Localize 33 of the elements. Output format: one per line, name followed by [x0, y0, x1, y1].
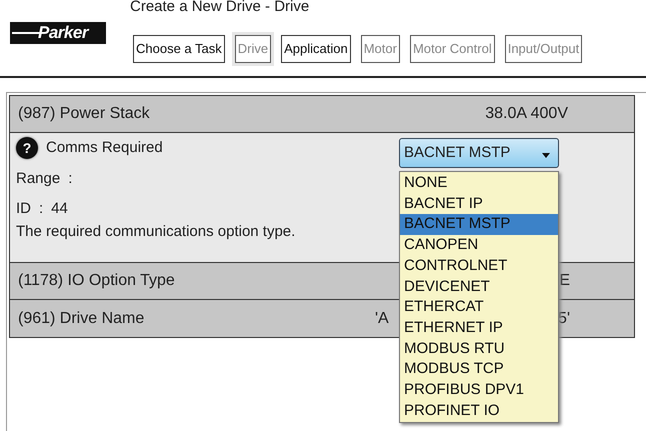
dropdown-select[interactable]: BACNET MSTP: [399, 138, 559, 168]
parameter-label: (987) Power Stack: [18, 104, 150, 124]
parameter-value: 'A: [375, 308, 389, 328]
dropdown-option[interactable]: MODBUS RTU: [400, 338, 558, 360]
tab[interactable]: Application: [281, 35, 351, 63]
dropdown-option[interactable]: PROFIBUS DPV1: [400, 380, 558, 401]
help-icon[interactable]: ?: [16, 137, 38, 160]
dropdown-option[interactable]: CONTROLNET: [400, 256, 558, 277]
separator: :: [68, 168, 72, 188]
id-label: ID: [16, 199, 31, 219]
dropdown-option[interactable]: ETHERCAT: [400, 297, 558, 318]
dropdown-option[interactable]: PROFINET IO: [400, 400, 558, 422]
parameter-value: 38.0A 400V: [485, 104, 568, 124]
separator: :: [39, 199, 44, 219]
parameter-label: (1178) IO Option Type: [18, 271, 175, 291]
dropdown-option[interactable]: BACNET MSTP: [400, 214, 558, 236]
dropdown-option[interactable]: BACNET IP: [400, 194, 558, 214]
parameter-value: E: [559, 271, 570, 291]
dropdown-option[interactable]: DEVICENET: [400, 276, 558, 298]
dropdown-option[interactable]: CANOPEN: [400, 235, 558, 256]
logo: Parker: [10, 22, 106, 44]
tab[interactable]: Choose a Task: [133, 35, 225, 63]
parameter-label: Comms Required: [46, 138, 163, 158]
id-value: 44: [51, 199, 68, 219]
dropdown-option[interactable]: NONE: [400, 173, 558, 194]
caret-icon: [542, 152, 550, 158]
parameter-value: 5': [558, 308, 570, 328]
dropdown-option[interactable]: MODBUS TCP: [400, 359, 558, 380]
parameter-label: (961) Drive Name: [18, 308, 144, 328]
range-label: Range: [16, 168, 60, 188]
dropdown-option[interactable]: ETHERNET IP: [400, 318, 558, 339]
description: The required communications option type.: [16, 222, 296, 242]
page-title: Create a New Drive - Drive: [130, 0, 310, 16]
